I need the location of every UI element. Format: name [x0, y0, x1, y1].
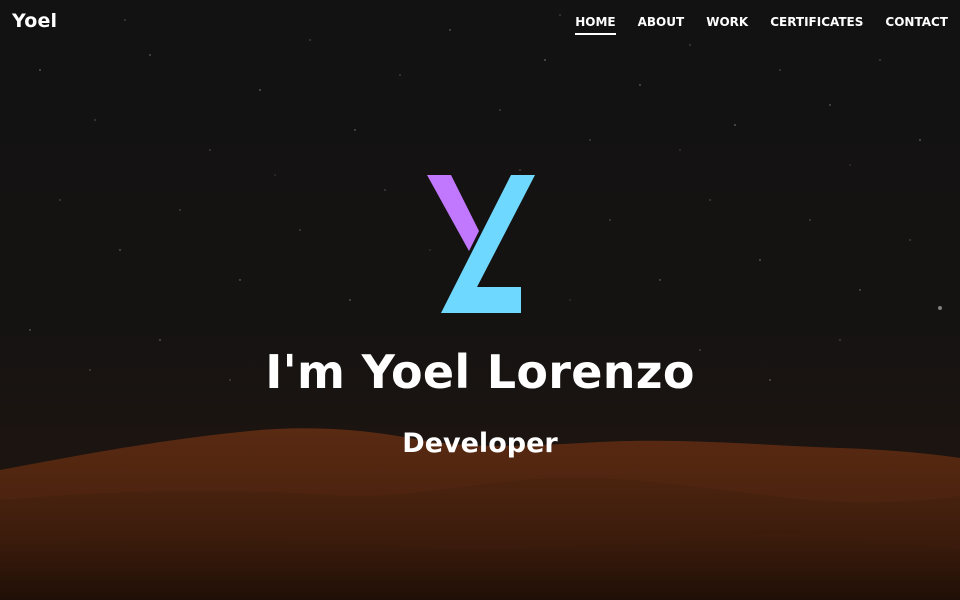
- nav-item-work[interactable]: WORK: [706, 15, 748, 35]
- nav-item-contact[interactable]: CONTACT: [885, 15, 948, 35]
- nav-item-certificates[interactable]: CERTIFICATES: [770, 15, 863, 35]
- brand-logo-text[interactable]: Yoel: [12, 10, 57, 32]
- nav-menu: HOME ABOUT WORK CERTIFICATES CONTACT: [553, 15, 948, 35]
- top-navbar: Yoel HOME ABOUT WORK CERTIFICATES CONTAC…: [0, 0, 960, 46]
- hero-role: Developer: [402, 428, 558, 459]
- nav-item-about[interactable]: ABOUT: [638, 15, 685, 35]
- hero-section: Yoel HOME ABOUT WORK CERTIFICATES CONTAC…: [0, 0, 960, 600]
- hero-headline: I'm Yoel Lorenzo: [265, 345, 695, 399]
- nav-item-home[interactable]: HOME: [575, 15, 617, 35]
- yl-logo-icon: [427, 175, 535, 313]
